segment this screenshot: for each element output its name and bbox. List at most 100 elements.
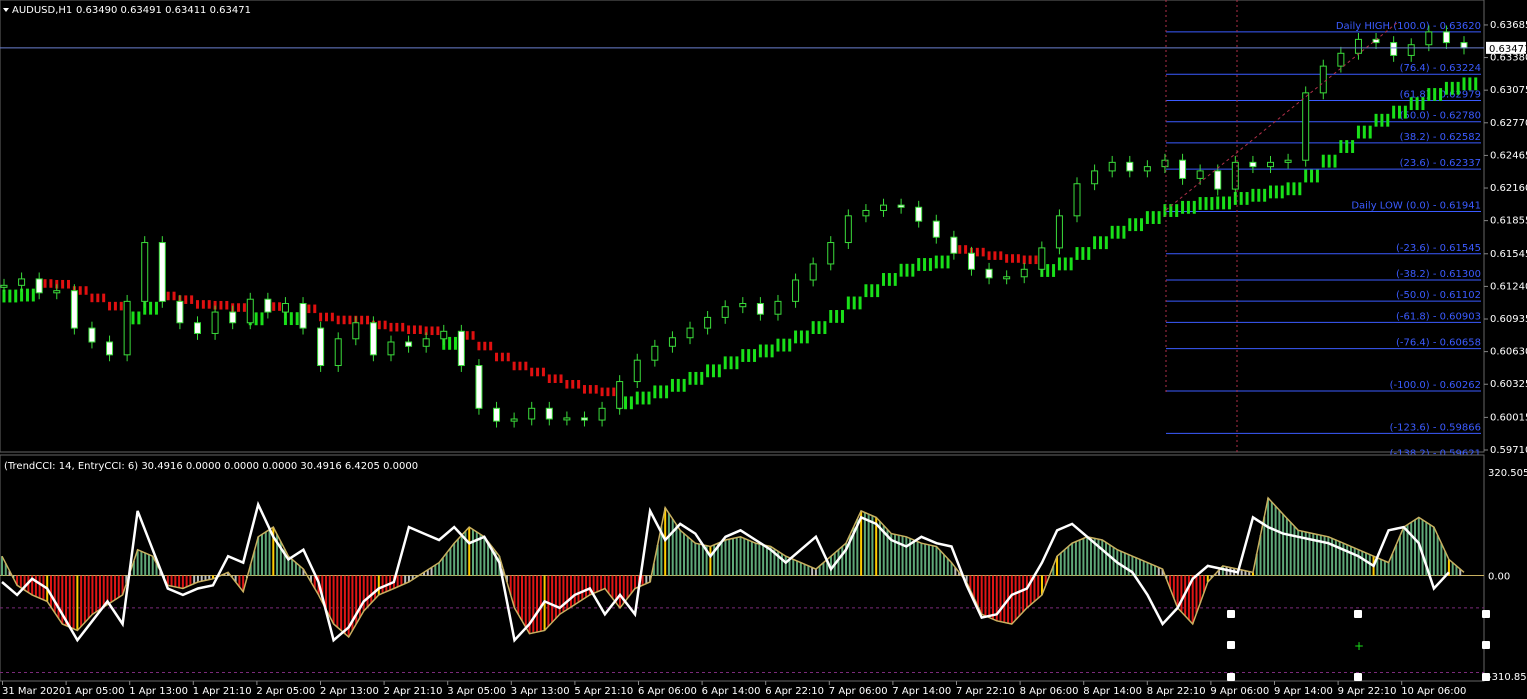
- selection-handle[interactable]: [1227, 610, 1235, 618]
- band-bar: [764, 344, 768, 358]
- band-bar: [184, 295, 188, 304]
- selection-handle[interactable]: [1227, 641, 1235, 649]
- candle-body: [369, 322, 377, 356]
- band-bar: [1433, 88, 1437, 101]
- band-bar: [758, 344, 762, 358]
- band-bar: [1104, 236, 1108, 250]
- time-tick-label: 1 Apr 05:00: [66, 686, 125, 697]
- candle-body: [598, 407, 606, 421]
- selection-handle[interactable]: [1482, 610, 1490, 618]
- band-bar: [1292, 182, 1296, 196]
- band-bar: [1028, 255, 1032, 265]
- selection-handle[interactable]: [1482, 673, 1490, 681]
- candle-body: [756, 303, 764, 315]
- band-bar: [1257, 188, 1261, 202]
- band-bar: [453, 336, 457, 350]
- band-bar: [1351, 140, 1355, 153]
- band-bar: [899, 263, 903, 277]
- band-bar: [1456, 81, 1460, 95]
- time-tick-label: 2 Apr 05:00: [256, 686, 315, 697]
- fib-level-label: (-100.0) - 0.60262: [1390, 380, 1481, 391]
- band-bar: [190, 295, 194, 304]
- band-bar: [1427, 88, 1431, 101]
- band-bar: [665, 385, 669, 399]
- band-bar: [1304, 169, 1308, 183]
- price-tick-label: 0.60325: [1490, 379, 1527, 390]
- time-tick-label: 6 Apr 22:10: [765, 686, 824, 697]
- time-tick-label: 1 Apr 13:00: [129, 686, 188, 697]
- band-bar: [137, 311, 141, 325]
- candle-body: [1126, 161, 1134, 172]
- band-bar: [794, 330, 798, 344]
- selection-handle[interactable]: [1482, 641, 1490, 649]
- price-tick-label: 0.62160: [1490, 183, 1527, 194]
- band-bar: [805, 330, 809, 344]
- candle-body: [1196, 170, 1204, 179]
- band-bar: [641, 391, 645, 405]
- band-bar: [999, 251, 1003, 260]
- candle-body: [545, 407, 553, 420]
- band-bar: [817, 321, 821, 335]
- ohlc-label: 0.63490 0.63491 0.63411 0.63471: [76, 5, 251, 16]
- candle-body: [475, 365, 483, 409]
- fib-level-label: (50.0) - 0.62780: [1400, 111, 1481, 122]
- band-bar: [1310, 169, 1314, 183]
- band-bar: [131, 311, 135, 325]
- price-axis: 0.636850.633800.630750.627700.624650.621…: [1484, 20, 1527, 456]
- band-bar: [1345, 140, 1349, 153]
- band-bar: [882, 273, 886, 286]
- band-bar: [260, 312, 264, 326]
- band-bar: [1192, 200, 1196, 214]
- band-bar: [313, 304, 317, 314]
- band-bar: [624, 396, 628, 410]
- band-bar: [342, 315, 346, 325]
- band-bar: [1392, 105, 1396, 119]
- band-bar: [1327, 154, 1331, 168]
- candle-body: [1407, 44, 1415, 56]
- band-bar: [588, 385, 592, 394]
- current-price-label: 0.63471: [1489, 44, 1527, 55]
- band-bar: [389, 322, 393, 332]
- band-bar: [43, 279, 47, 288]
- band-bar: [119, 301, 123, 311]
- band-bar: [629, 396, 633, 410]
- band-bar: [864, 284, 868, 298]
- fib-level-label: (-76.4) - 0.60658: [1396, 338, 1481, 349]
- band-bar: [711, 364, 715, 378]
- band-bar: [1421, 97, 1425, 111]
- band-bar: [1075, 247, 1079, 260]
- candle-body: [141, 242, 149, 302]
- time-tick-label: 2 Apr 13:00: [320, 686, 379, 697]
- candle-body: [686, 327, 694, 339]
- selection-handle[interactable]: [1354, 610, 1362, 618]
- time-tick-label: 10 Apr 06:00: [1401, 686, 1466, 697]
- candle-body: [809, 263, 817, 281]
- candle-body: [668, 337, 676, 347]
- price-tick-label: 0.62770: [1490, 118, 1527, 129]
- band-bar: [225, 300, 229, 310]
- band-bar: [682, 378, 686, 392]
- band-bar: [911, 263, 915, 277]
- band-bar: [330, 312, 334, 322]
- band-bar: [1356, 125, 1360, 139]
- time-tick-label: 8 Apr 06:00: [1020, 686, 1079, 697]
- fib-level-label: (23.6) - 0.62337: [1400, 158, 1481, 169]
- candle-body: [528, 407, 536, 420]
- selection-handle[interactable]: [1354, 673, 1362, 681]
- band-bar: [401, 322, 405, 332]
- band-bar: [1444, 81, 1448, 95]
- candle-body: [932, 220, 940, 238]
- band-bar: [670, 378, 674, 392]
- selection-handle[interactable]: [1227, 673, 1235, 681]
- band-bar: [1063, 257, 1067, 271]
- candle-body: [704, 316, 712, 329]
- candle-body: [1442, 31, 1450, 44]
- band-bar: [1462, 77, 1466, 91]
- band-bar: [1116, 225, 1120, 239]
- candle-body: [950, 236, 958, 254]
- price-tick-label: 0.60935: [1490, 314, 1527, 325]
- chart-canvas: 0.636850.633800.630750.627700.624650.621…: [0, 0, 1527, 697]
- band-bar: [1204, 197, 1208, 210]
- symbol-label: AUDUSD,H1: [12, 5, 72, 16]
- fib-level-label: (-23.6) - 0.61545: [1396, 243, 1481, 254]
